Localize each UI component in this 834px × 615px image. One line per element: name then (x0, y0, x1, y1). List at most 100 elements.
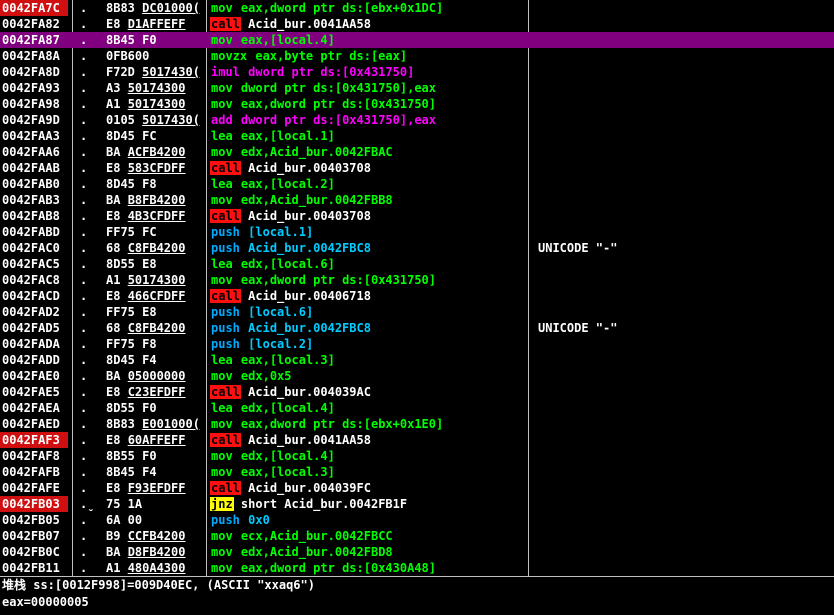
disasm-row[interactable]: 0042FAD5. 68 C8FB4200 push Acid_bur.0042FB… (0, 320, 834, 336)
comment-cell (538, 368, 830, 384)
disasm-row[interactable]: 0042FABD. FF75 FC push [local.1] (0, 224, 834, 240)
disasm-row[interactable]: 0042FAA6. BA ACFB4200 mov edx,Acid_bur.004… (0, 144, 834, 160)
opcode: lea (211, 257, 233, 271)
disasm-row[interactable]: 0042FA9D. 0105 5017430(add dword ptr ds:[… (0, 112, 834, 128)
disasm-row[interactable]: 0042FB07. B9 CCFB4200 mov ecx,Acid_bur.004… (0, 528, 834, 544)
disasm-row[interactable]: 0042FAA3. 8D45 FC lea eax,[local.1] (0, 128, 834, 144)
opcode: mov (211, 545, 233, 559)
flow-marker: . (80, 321, 88, 335)
disasm-row[interactable]: 0042FAC5. 8D55 E8 lea edx,[local.6] (0, 256, 834, 272)
disasm-row[interactable]: 0042FAF3. E8 60AFFEFF call Acid_bur.0041AA… (0, 432, 834, 448)
comment-cell (538, 528, 830, 544)
operands: Acid_bur.0042FBC8 (248, 241, 371, 255)
flow-marker: . (80, 273, 88, 287)
disasm-row[interactable]: 0042FA98. A1 50174300 mov eax,dword ptr ds… (0, 96, 834, 112)
opcode: call (210, 209, 241, 223)
comment-cell (538, 288, 830, 304)
operands: ecx,Acid_bur.0042FBCC (240, 529, 393, 543)
comment-cell (538, 160, 830, 176)
address-cell: 0042FAF3 (0, 432, 68, 448)
operands: edx,Acid_bur.0042FBD8 (240, 545, 393, 559)
disasm-row[interactable]: 0042FAEA. 8D55 F0 lea edx,[local.4] (0, 400, 834, 416)
flow-marker: . (80, 145, 88, 159)
disassembly-pane[interactable]: 0042FA7C. 8B83 DC01000(mov eax,dword ptr … (0, 0, 834, 576)
hex-bytes-cell: A1 50174300 (106, 97, 186, 111)
disasm-row[interactable]: 0042FAF8. 8B55 F0 mov edx,[local.4] (0, 448, 834, 464)
disasm-row[interactable]: 0042FA8A. 0FB600 movzx eax,byte ptr ds:[ea… (0, 48, 834, 64)
hex-bytes-cell: E8 4B3CFDFF (106, 209, 186, 223)
disasm-row[interactable]: 0042FB03 .ˬ 75 1A jnz short Acid_bur.0042FB… (0, 496, 834, 512)
opcode: mov (211, 529, 233, 543)
hex-bytes-cell: E8 466CFDFF (106, 289, 186, 303)
disasm-row[interactable]: 0042FA7C. 8B83 DC01000(mov eax,dword ptr … (0, 0, 834, 16)
opcode: jnz (210, 497, 234, 511)
instruction-cell: imul dword ptr ds:[0x431750] (210, 64, 524, 80)
disasm-row[interactable]: 0042FA8D. F72D 5017430(imul dword ptr ds:… (0, 64, 834, 80)
operands: short Acid_bur.0042FB1F (240, 497, 408, 511)
instruction-cell: push Acid_bur.0042FBC8 (210, 320, 524, 336)
instruction-cell: mov edx,Acid_bur.0042FBAC (210, 144, 524, 160)
stack-info-line: 堆栈 ss:[0012F998]=009D40EC, (ASCII "xxaq6… (2, 578, 315, 592)
disasm-row[interactable]: 0042FA82. E8 D1AFFEFF call Acid_bur.0041AA… (0, 16, 834, 32)
disasm-row[interactable]: 0042FAE0. BA 05000000 mov edx,0x5 (0, 368, 834, 384)
flow-marker: . (80, 81, 88, 95)
disasm-row[interactable]: 0042FAC0. 68 C8FB4200 push Acid_bur.0042FB… (0, 240, 834, 256)
instruction-cell: mov eax,dword ptr ds:[0x431750] (210, 96, 524, 112)
disasm-row[interactable]: 0042FAED. 8B83 E001000(mov eax,dword ptr … (0, 416, 834, 432)
disasm-row[interactable]: 0042FAFB. 8B45 F4 mov eax,[local.3] (0, 464, 834, 480)
operands: dword ptr ds:[0x431750] (248, 65, 415, 79)
instruction-cell: call Acid_bur.0041AA58 (210, 432, 524, 448)
disasm-row[interactable]: 0042FAE5. E8 C23EFDFF call Acid_bur.004039… (0, 384, 834, 400)
disasm-row[interactable]: 0042FAD2. FF75 E8 push [local.6] (0, 304, 834, 320)
opcode: mov (211, 97, 233, 111)
operands: eax,[local.4] (240, 33, 335, 47)
opcode: mov (211, 273, 233, 287)
disasm-row[interactable]: 0042FADD. 8D45 F4 lea eax,[local.3] (0, 352, 834, 368)
flow-marker: . (80, 401, 88, 415)
disasm-row[interactable]: 0042FAFE. E8 F93EFDFF call Acid_bur.004039… (0, 480, 834, 496)
operands: Acid_bur.004039FC (248, 481, 371, 495)
flow-marker: . (80, 337, 88, 351)
instruction-cell: lea edx,[local.4] (210, 400, 524, 416)
operands: eax,[local.1] (240, 129, 335, 143)
address-cell: 0042FA98 (2, 97, 60, 111)
instruction-cell: mov edx,Acid_bur.0042FBD8 (210, 544, 524, 560)
instruction-cell: call Acid_bur.00406718 (210, 288, 524, 304)
opcode: lea (211, 129, 233, 143)
disasm-row[interactable]: 0042FAB0. 8D45 F8 lea eax,[local.2] (0, 176, 834, 192)
flow-marker: . (80, 545, 88, 559)
disasm-row[interactable]: 0042FA93. A3 50174300 mov dword ptr ds:[0x… (0, 80, 834, 96)
hex-bytes-cell: F72D 5017430( (106, 65, 200, 79)
flow-marker: .ˬ (80, 497, 95, 511)
disasm-row[interactable]: 0042FADA. FF75 F8 push [local.2] (0, 336, 834, 352)
opcode: mov (211, 33, 233, 47)
comment-cell (538, 560, 830, 576)
disasm-row[interactable]: 0042FB11. A1 480A4300 mov eax,dword ptr ds… (0, 560, 834, 576)
disasm-row[interactable]: 0042FAB3. BA B8FB4200 mov edx,Acid_bur.004… (0, 192, 834, 208)
flow-marker: . (80, 177, 88, 191)
info-pane: 堆栈 ss:[0012F998]=009D40EC, (ASCII "xxaq6… (0, 577, 834, 615)
disasm-row[interactable]: 0042FACD. E8 466CFDFF call Acid_bur.004067… (0, 288, 834, 304)
opcode: push (211, 225, 240, 239)
hex-bytes-cell: A1 480A4300 (106, 561, 186, 575)
address-bytes: DC01000( (142, 1, 200, 15)
instruction-cell: mov eax,dword ptr ds:[0x430A48] (210, 560, 524, 576)
address-cell: 0042FAFE (2, 481, 60, 495)
disasm-row[interactable]: 0042FB05. 6A 00 push 0x0 (0, 512, 834, 528)
disasm-row[interactable]: 0042FB0C. BA D8FB4200 mov edx,Acid_bur.004… (0, 544, 834, 560)
operands: eax,[local.2] (240, 177, 335, 191)
comment-cell (538, 144, 830, 160)
address-bytes: 5017430( (142, 113, 200, 127)
opcode: imul (211, 65, 240, 79)
hex-bytes-cell: 0105 5017430( (106, 113, 200, 127)
disasm-row[interactable]: 0042FA87. 8B45 F0 mov eax,[local.4] (0, 32, 834, 48)
operands: Acid_bur.0041AA58 (248, 17, 371, 31)
comment-cell (538, 512, 830, 528)
disasm-row[interactable]: 0042FAB8. E8 4B3CFDFF call Acid_bur.004037… (0, 208, 834, 224)
instruction-cell: mov eax,dword ptr ds:[ebx+0x1DC] (210, 0, 524, 16)
flow-marker: . (80, 529, 88, 543)
disasm-row[interactable]: 0042FAC8. A1 50174300 mov eax,dword ptr ds… (0, 272, 834, 288)
address-cell: 0042FA8D (2, 65, 60, 79)
disasm-row[interactable]: 0042FAAB. E8 583CFDFF call Acid_bur.004037… (0, 160, 834, 176)
address-cell: 0042FAAB (2, 161, 60, 175)
